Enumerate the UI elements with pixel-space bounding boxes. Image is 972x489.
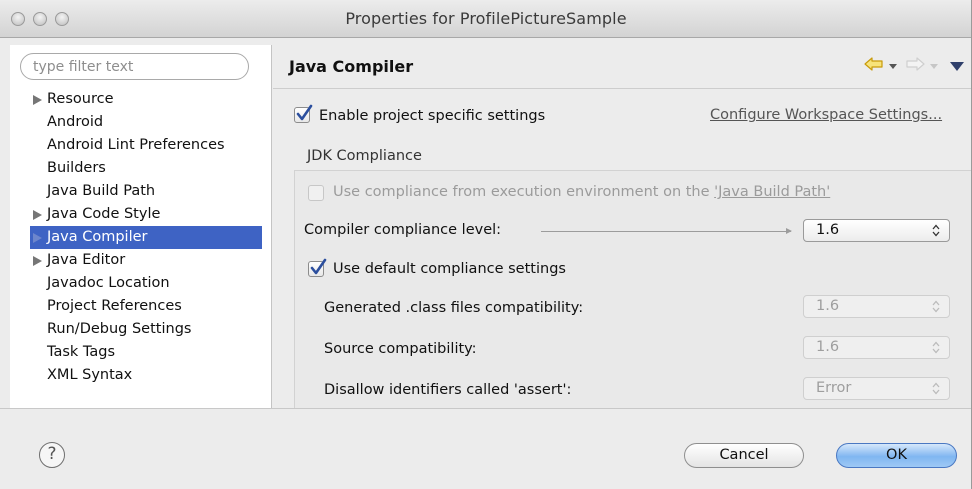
compliance-level-select[interactable]: 1.6 (803, 219, 950, 242)
configure-workspace-link[interactable]: Configure Workspace Settings... (710, 107, 942, 123)
generated-class-value: 1.6 (816, 298, 840, 314)
forward-arrow-icon[interactable] (905, 56, 925, 76)
sidebar-item-java-code-style[interactable]: Java Code Style (30, 203, 262, 226)
sidebar-item-label: Task Tags (47, 344, 116, 360)
sidebar-item-android[interactable]: Android (30, 111, 262, 134)
stepper-arrows-icon (932, 224, 940, 237)
use-execution-env-checkbox[interactable] (308, 185, 324, 201)
use-default-compliance-label: Use default compliance settings (333, 261, 566, 277)
sidebar-item-label: Run/Debug Settings (47, 321, 192, 337)
page-header: Java Compiler (273, 45, 971, 89)
title-bar: Properties for ProfilePictureSample (0, 0, 971, 38)
page-title: Java Compiler (289, 57, 414, 76)
sidebar-item-java-editor[interactable]: Java Editor (30, 249, 262, 272)
forward-history-dropdown-icon[interactable] (930, 63, 938, 69)
sidebar-item-label: XML Syntax (47, 367, 133, 383)
sidebar-item-label: Java Compiler (47, 229, 148, 245)
back-arrow-icon[interactable] (864, 56, 884, 76)
sidebar-item-javadoc-location[interactable]: Javadoc Location (30, 272, 262, 295)
leader-arrow (541, 228, 792, 234)
sidebar-item-label: Java Editor (47, 252, 126, 268)
jdk-compliance-group (294, 170, 971, 408)
page-navigation (864, 55, 964, 77)
sidebar-item-run-debug-settings[interactable]: Run/Debug Settings (30, 318, 262, 341)
source-compatibility-select[interactable]: 1.6 (803, 336, 950, 359)
sidebar-item-task-tags[interactable]: Task Tags (30, 341, 262, 364)
java-compiler-page: Java Compiler Enable project specific se… (273, 45, 971, 408)
sidebar-item-java-build-path[interactable]: Java Build Path (30, 180, 262, 203)
sidebar-item-label: Java Code Style (47, 206, 161, 222)
back-history-dropdown-icon[interactable] (889, 63, 897, 69)
sidebar-item-label: Android (47, 114, 104, 130)
sidebar-item-label: Android Lint Preferences (47, 137, 225, 153)
filter-input[interactable] (20, 53, 249, 80)
window-title: Properties for ProfilePictureSample (345, 9, 627, 28)
sidebar-item-resource[interactable]: Resource (30, 88, 262, 111)
use-default-compliance-checkbox[interactable] (308, 258, 327, 277)
sidebar-item-builders[interactable]: Builders (30, 157, 262, 180)
cancel-button[interactable]: Cancel (684, 443, 804, 468)
stepper-arrows-icon (932, 382, 940, 395)
expand-triangle-icon[interactable] (33, 256, 42, 266)
view-menu-icon[interactable] (950, 61, 964, 71)
use-execution-env-label: Use compliance from execution environmen… (333, 184, 831, 200)
source-compatibility-value: 1.6 (816, 339, 840, 355)
sidebar-item-android-lint-preferences[interactable]: Android Lint Preferences (30, 134, 262, 157)
disallow-assert-label: Disallow identifiers called 'assert': (324, 382, 572, 398)
java-build-path-link[interactable]: 'Java Build Path' (714, 184, 830, 200)
checkmark-icon (310, 258, 327, 275)
expand-triangle-icon[interactable] (33, 210, 42, 220)
enable-specific-label: Enable project specific settings (319, 108, 546, 124)
disallow-assert-select[interactable]: Error (803, 377, 950, 400)
stepper-arrows-icon (932, 341, 940, 354)
compliance-level-value: 1.6 (816, 222, 840, 238)
help-icon[interactable]: ? (39, 442, 65, 468)
properties-window: Properties for ProfilePictureSample Reso… (0, 0, 972, 489)
sidebar-item-xml-syntax[interactable]: XML Syntax (30, 364, 262, 387)
preference-tree-pane: Resource Android Android Lint Preferences B… (10, 45, 272, 408)
sidebar-item-label: Resource (47, 91, 114, 107)
disallow-assert-value: Error (816, 380, 852, 396)
sidebar-item-label: Java Build Path (47, 183, 156, 199)
sidebar-item-label: Builders (47, 160, 106, 176)
generated-class-label: Generated .class files compatibility: (324, 300, 584, 316)
stepper-arrows-icon (932, 300, 940, 313)
ok-button[interactable]: OK (836, 443, 957, 468)
checkmark-icon (296, 104, 313, 121)
sidebar-item-project-references[interactable]: Project References (30, 295, 262, 318)
compliance-level-label: Compiler compliance level: (304, 222, 502, 238)
dialog-button-bar: ? Cancel OK (0, 408, 971, 489)
expand-triangle-icon[interactable] (33, 95, 42, 105)
preference-tree: Resource Android Android Lint Preferences B… (30, 88, 262, 387)
expand-triangle-icon[interactable] (33, 233, 42, 243)
source-compatibility-label: Source compatibility: (324, 341, 477, 357)
sidebar-item-label: Javadoc Location (47, 275, 170, 291)
sidebar-item-label: Project References (47, 298, 182, 314)
enable-specific-checkbox[interactable] (294, 104, 313, 123)
generated-class-select[interactable]: 1.6 (803, 295, 950, 318)
jdk-compliance-title: JDK Compliance (307, 148, 422, 164)
sidebar-item-java-compiler[interactable]: Java Compiler (30, 226, 262, 249)
